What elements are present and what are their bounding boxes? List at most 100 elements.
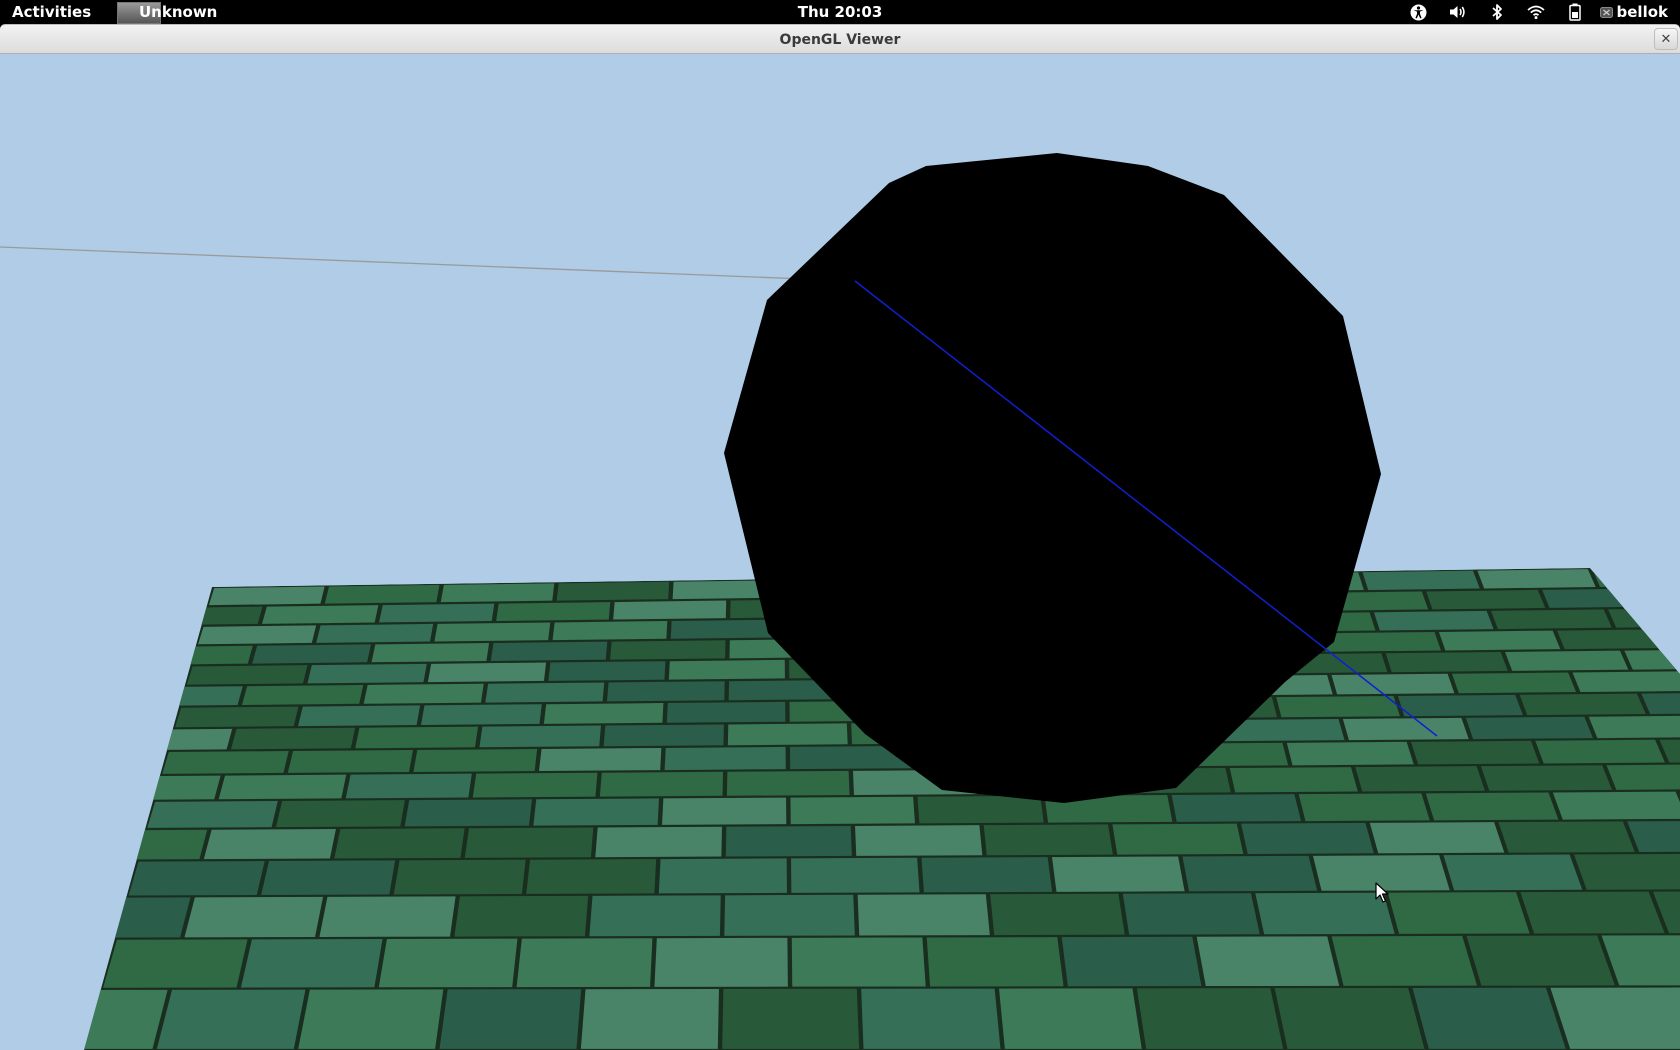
floor-tile — [724, 894, 855, 936]
floor-tile — [917, 795, 1044, 824]
floor-tile — [479, 725, 601, 748]
floor-tile — [324, 584, 440, 604]
floor-tile — [548, 661, 666, 681]
floor-tile — [1355, 766, 1485, 792]
floor-tile — [1465, 716, 1593, 740]
floor-tile — [440, 583, 555, 603]
floor-tile — [1196, 936, 1340, 987]
floor-tile — [1274, 987, 1425, 1049]
floor-tile — [1298, 793, 1430, 822]
close-icon: ✕ — [1660, 31, 1672, 47]
floor-tile — [334, 828, 465, 859]
floor-tile — [454, 895, 589, 937]
floor-tile — [1505, 650, 1629, 671]
floor-tile — [261, 860, 396, 895]
floor-tile — [275, 800, 405, 828]
floor-tile — [556, 581, 670, 601]
floor-tile — [539, 747, 662, 772]
battery-icon[interactable] — [1566, 3, 1584, 21]
volume-icon[interactable] — [1449, 3, 1467, 21]
user-menu[interactable]: bellok — [1599, 3, 1668, 21]
floor-tile — [727, 723, 848, 746]
floor-tile — [1255, 892, 1395, 935]
floor-tile — [1061, 936, 1202, 987]
floor-tile — [1387, 892, 1530, 934]
floor-tile — [855, 825, 983, 856]
floor-tile — [262, 605, 379, 624]
activities-button[interactable]: Activities — [12, 3, 91, 21]
floor-tile — [208, 586, 325, 606]
floor-tile — [1171, 794, 1302, 822]
floor-tile — [1241, 822, 1374, 854]
floor-tile — [1385, 651, 1508, 673]
floor-tile — [580, 988, 719, 1049]
floor-tile — [791, 857, 920, 893]
floor-tile — [1411, 740, 1540, 765]
bluetooth-icon[interactable] — [1488, 3, 1506, 21]
floor-tile — [1342, 717, 1469, 741]
floor-tile — [543, 703, 664, 724]
opengl-viewport[interactable] — [0, 54, 1680, 1050]
app-menu[interactable]: Unknown — [117, 2, 217, 24]
floor-tile — [1331, 673, 1455, 695]
floor-tile — [1331, 935, 1478, 986]
floor-tile — [1466, 935, 1615, 986]
floor-tile — [413, 748, 538, 772]
floor-tile — [610, 640, 726, 660]
floor-tile — [662, 797, 787, 825]
floor-tile — [472, 772, 598, 798]
close-button[interactable]: ✕ — [1654, 28, 1678, 50]
floor-tile — [147, 800, 278, 828]
floor-tile — [287, 749, 413, 773]
top-bar: Activities Unknown Thu 20:03 bellok — [0, 0, 1680, 24]
floor-tile — [857, 894, 990, 936]
wifi-icon[interactable] — [1526, 3, 1545, 21]
floor-tile — [186, 665, 308, 685]
user-status-icon — [1599, 6, 1613, 18]
floor-tile — [404, 799, 532, 827]
floor-tile — [345, 773, 472, 799]
floor-tile — [1443, 854, 1583, 891]
floor-tile — [1425, 792, 1559, 821]
floor-tile — [1276, 695, 1400, 718]
floor-tile — [1052, 856, 1185, 892]
window-title: OpenGL Viewer — [779, 32, 901, 48]
mouse-cursor-icon — [1375, 882, 1389, 903]
floor-tile — [1477, 569, 1596, 589]
floor-tile — [252, 644, 371, 664]
floor-tile — [595, 826, 722, 858]
floor-tile — [1550, 987, 1680, 1049]
floor-tile — [668, 659, 785, 680]
floor-tile — [1412, 987, 1566, 1049]
floor-tile — [1451, 672, 1577, 694]
floor-tile — [420, 704, 542, 725]
floor-tile — [1438, 630, 1561, 651]
clock-button[interactable]: Thu 20:03 — [798, 3, 883, 21]
window-titlebar[interactable]: OpenGL Viewer ✕ — [0, 24, 1680, 54]
scene-canvas — [0, 54, 1680, 1050]
floor-tile — [552, 621, 668, 641]
floor-tile — [790, 796, 916, 825]
floor-tile — [654, 937, 788, 987]
floor-tile — [722, 988, 860, 1049]
floor-tile — [1397, 694, 1523, 717]
floor-tile — [1136, 988, 1284, 1049]
floor-tile — [526, 859, 657, 894]
floor-tile — [103, 939, 248, 988]
floor-tile — [725, 825, 852, 857]
accessibility-icon[interactable] — [1410, 3, 1428, 21]
floor-tile — [1362, 570, 1480, 591]
floor-tile — [319, 896, 456, 937]
floor-tile — [1573, 853, 1680, 890]
floor-tile — [726, 770, 850, 796]
floor-tile — [128, 861, 265, 896]
floor-tile — [1480, 765, 1612, 791]
floor-tile — [1112, 823, 1244, 855]
floor-tile — [307, 663, 427, 684]
floor-tile — [298, 989, 444, 1049]
floor-tile — [1520, 891, 1665, 934]
floor-tile — [485, 682, 605, 703]
floor-tile — [926, 937, 1064, 987]
floor-tile — [1572, 671, 1680, 693]
floor-tile — [533, 798, 659, 826]
